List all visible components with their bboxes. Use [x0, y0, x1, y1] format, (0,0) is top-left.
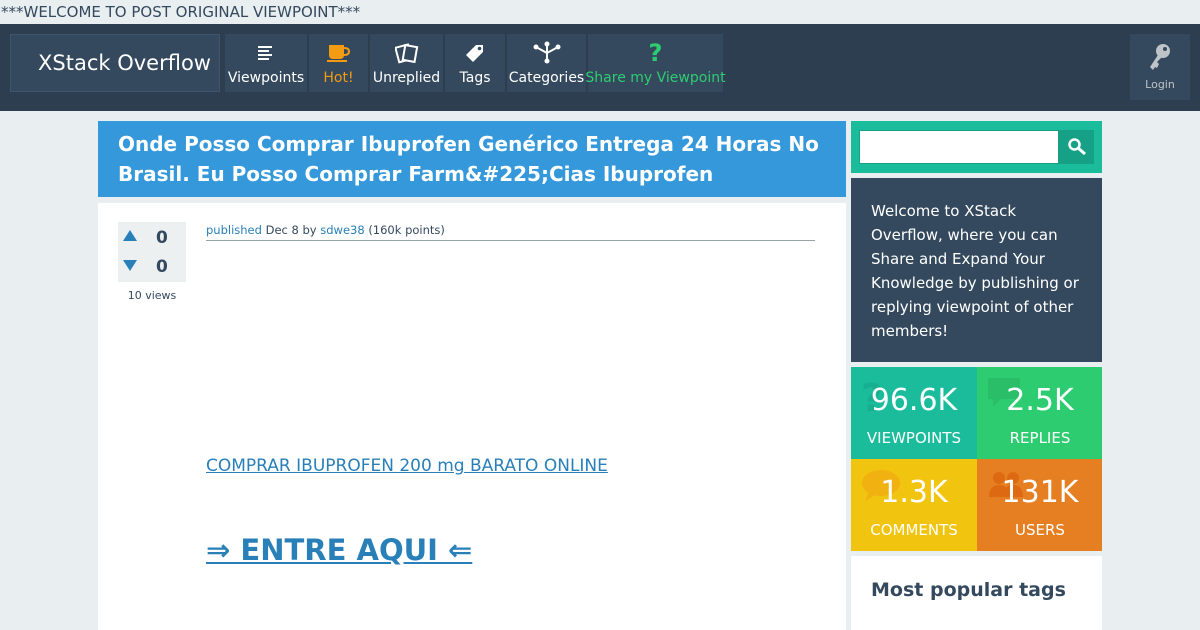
stat-replies[interactable]: 2.5K REPLIES [977, 367, 1102, 459]
nav-unreplied[interactable]: Unreplied [370, 34, 443, 92]
coffee-cup-icon [326, 39, 351, 67]
author-points: (160k points) [368, 223, 445, 237]
list-icon [257, 39, 275, 67]
welcome-banner: ***WELCOME TO POST ORIGINAL VIEWPOINT*** [1, 3, 361, 21]
popular-tags-box: Most popular tags [851, 556, 1102, 630]
buy-link[interactable]: COMPRAR IBUPROFEN 200 mg BARATO ONLINE [206, 456, 608, 476]
downvote-arrow-icon[interactable] [122, 258, 138, 272]
tag-icon [463, 39, 487, 67]
search-button[interactable] [1059, 130, 1094, 164]
site-logo[interactable]: XStack Overflow [10, 34, 220, 92]
stat-viewpoints-value: 96.6K [870, 383, 958, 418]
stat-replies-value: 2.5K [1006, 383, 1074, 418]
nav-unreplied-label: Unreplied [372, 70, 441, 86]
post-date: Dec 8 [265, 223, 299, 237]
hierarchy-icon [532, 39, 562, 67]
site-logo-text: XStack Overflow [38, 51, 211, 75]
stat-viewpoints[interactable]: ? 96.6K VIEWPOINTS [851, 367, 977, 459]
nav-hot-label: Hot! [323, 70, 354, 86]
nav-tags[interactable]: Tags [445, 34, 505, 92]
login-button[interactable]: Login [1130, 34, 1190, 100]
popular-tags-title: Most popular tags [871, 579, 1066, 601]
downvote-row: 0 [118, 252, 186, 281]
key-icon [1147, 42, 1173, 72]
author-link[interactable]: sdwe38 [320, 223, 364, 237]
stat-replies-label: REPLIES [1009, 429, 1071, 447]
documents-icon [394, 39, 419, 67]
site-header: XStack Overflow Viewpoints Hot! Unreplie… [0, 24, 1200, 111]
upvote-row: 0 [118, 223, 186, 252]
post-meta: published Dec 8 by sdwe38 (160k points) [206, 223, 815, 241]
search-input[interactable] [859, 130, 1059, 164]
question-title: Onde Posso Comprar Ibuprofen Genérico En… [98, 121, 846, 197]
stat-comments-value: 1.3K [880, 475, 948, 510]
question-mark-icon: ? [648, 39, 663, 67]
nav-share-viewpoint-label: Share my Viewpoint [585, 70, 726, 86]
by-text: by [302, 223, 317, 237]
nav-hot[interactable]: Hot! [309, 34, 368, 92]
nav-categories[interactable]: Categories [507, 34, 586, 92]
stat-comments-label: COMMENTS [870, 521, 958, 539]
downvote-count: 0 [156, 257, 168, 277]
question-body: 0 0 10 views published Dec 8 by sdwe38 (… [98, 203, 846, 630]
stat-viewpoints-label: VIEWPOINTS [866, 429, 962, 447]
upvote-arrow-icon[interactable] [122, 229, 138, 243]
view-count: 10 views [127, 289, 177, 302]
main-nav: Viewpoints Hot! Unreplied Tags Categorie… [225, 34, 726, 92]
nav-categories-label: Categories [508, 70, 585, 86]
nav-viewpoints-label: Viewpoints [227, 70, 305, 86]
vote-box: 0 0 [118, 222, 186, 282]
nav-share-viewpoint[interactable]: ? Share my Viewpoint [585, 34, 726, 92]
stat-users-label: USERS [1015, 521, 1065, 539]
stat-users-value: 131K [1001, 475, 1079, 510]
enter-link[interactable]: ⇒ ENTRE AQUI ⇐ [206, 533, 472, 567]
search-box [851, 121, 1102, 173]
upvote-count: 0 [156, 228, 168, 248]
nav-viewpoints[interactable]: Viewpoints [225, 34, 307, 92]
nav-tags-label: Tags [459, 70, 491, 86]
search-icon [1067, 138, 1086, 156]
stat-comments[interactable]: 1.3K COMMENTS [851, 459, 977, 551]
stat-users[interactable]: 131K USERS [977, 459, 1102, 551]
welcome-box: Welcome to XStack Overflow, where you ca… [851, 178, 1102, 362]
login-label: Login [1145, 78, 1175, 91]
published-link[interactable]: published [206, 223, 262, 237]
